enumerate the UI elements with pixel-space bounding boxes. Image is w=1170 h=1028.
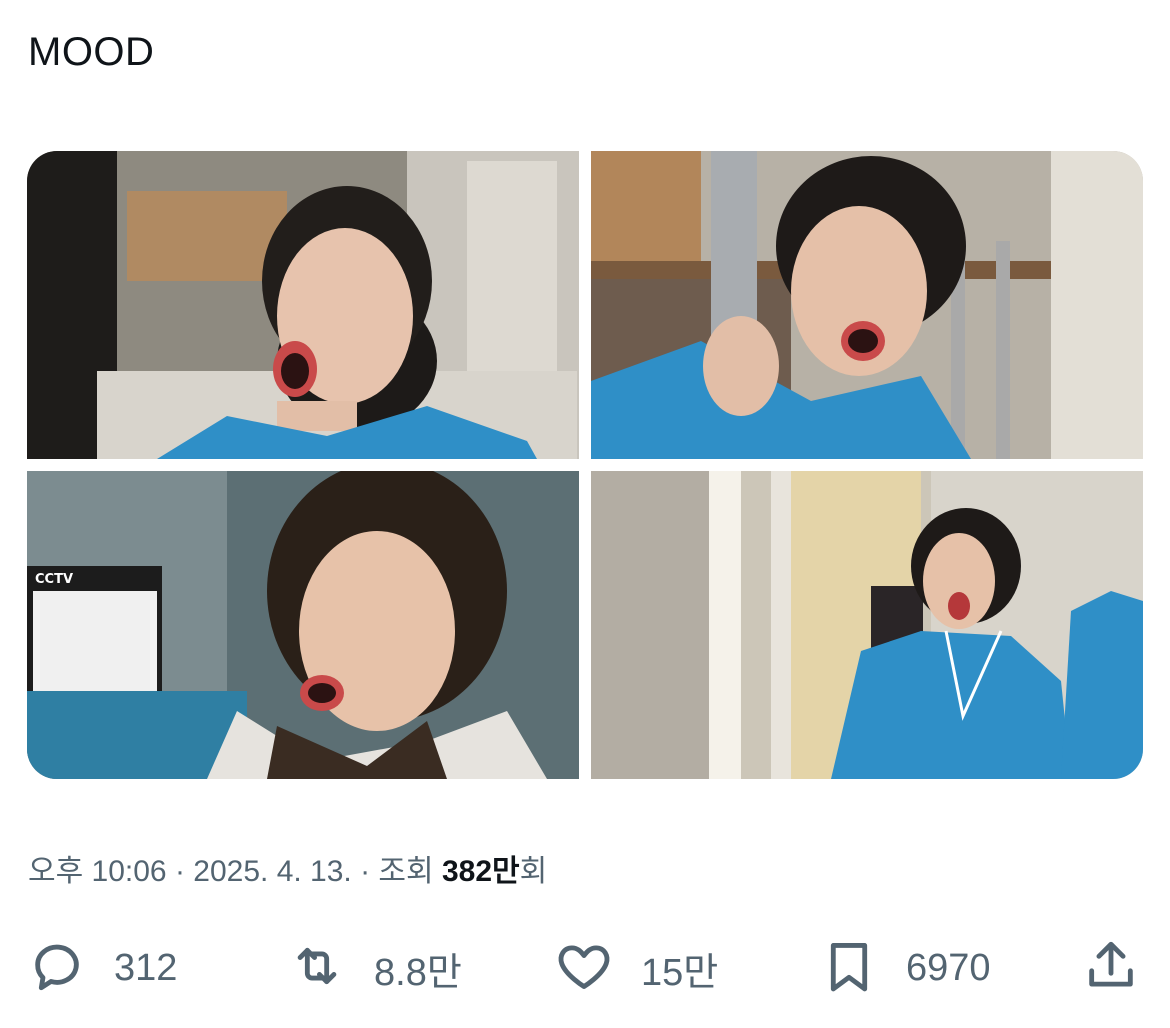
share-icon bbox=[1082, 937, 1140, 1000]
media-grid[interactable]: CCTV bbox=[27, 151, 1143, 779]
bookmark-count: 6970 bbox=[906, 946, 991, 989]
svg-text:CCTV: CCTV bbox=[35, 572, 73, 587]
tweet-meta: 오후 10:06 · 2025. 4. 13. · 조회 382만회 bbox=[28, 846, 547, 890]
views-label: 조회 bbox=[378, 855, 442, 888]
tweet-text: MOOD bbox=[28, 30, 155, 74]
meta-separator: · bbox=[351, 855, 379, 888]
tweet-time[interactable]: 오후 10:06 bbox=[28, 855, 167, 888]
bookmark-button[interactable]: 6970 bbox=[820, 928, 991, 1008]
heart-icon bbox=[555, 937, 613, 1000]
retweet-count: 8.8만 bbox=[374, 951, 462, 994]
bookmark-icon bbox=[820, 937, 878, 1000]
media-photo-3[interactable]: CCTV bbox=[27, 471, 579, 779]
like-count: 15만 bbox=[641, 951, 719, 994]
media-photo-2[interactable] bbox=[591, 151, 1143, 459]
meta-separator: · bbox=[166, 855, 194, 888]
reply-icon bbox=[28, 937, 86, 1000]
views-suffix: 회 bbox=[519, 855, 548, 888]
retweet-button[interactable]: 8.8만 bbox=[288, 928, 462, 1008]
tweet-date[interactable]: 2025. 4. 13. bbox=[193, 855, 351, 888]
media-photo-1[interactable] bbox=[27, 151, 579, 459]
action-bar: 312 8.8만 15만 6970 bbox=[0, 928, 1170, 1008]
views-count: 382만 bbox=[441, 855, 520, 888]
reply-button[interactable]: 312 bbox=[28, 928, 177, 1008]
retweet-icon bbox=[288, 937, 346, 1000]
media-photo-4[interactable] bbox=[591, 471, 1143, 779]
reply-count: 312 bbox=[114, 946, 178, 989]
share-button[interactable] bbox=[1082, 928, 1140, 1008]
like-button[interactable]: 15만 bbox=[555, 928, 718, 1008]
